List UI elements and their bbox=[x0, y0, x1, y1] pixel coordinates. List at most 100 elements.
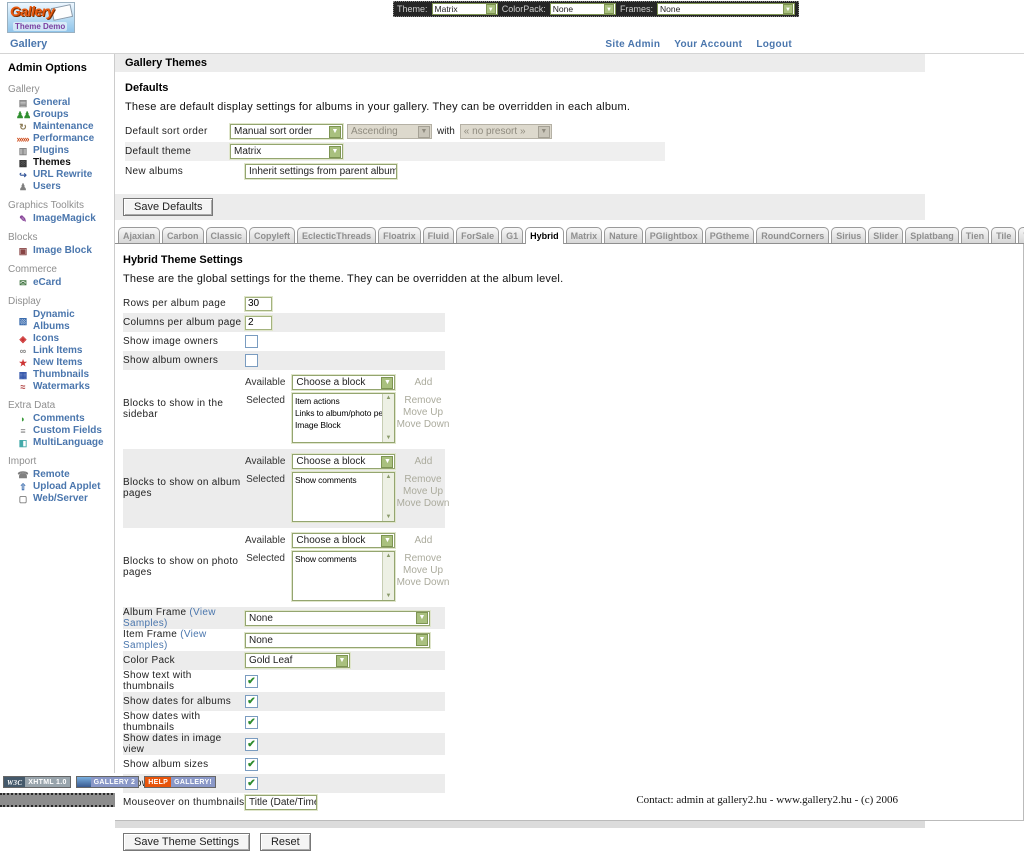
theme-tab[interactable]: PGtheme bbox=[705, 227, 755, 243]
theme-tab[interactable]: WordpressEmbedded bbox=[1018, 227, 1024, 243]
sidebar-item[interactable]: ▢ Web/Server bbox=[8, 493, 112, 505]
theme-tab[interactable]: EclecticThreads bbox=[297, 227, 376, 243]
sidebar-item[interactable]: ▥ Plugins bbox=[8, 145, 112, 157]
help-gallery-badge[interactable]: HELP GALLERY! bbox=[144, 776, 216, 788]
theme-tab[interactable]: ForSale bbox=[456, 227, 499, 243]
sidebar-item[interactable]: ▧ Dynamic Albums bbox=[8, 309, 112, 333]
theme-tab[interactable]: Copyleft bbox=[249, 227, 295, 243]
list-item[interactable]: Image Block bbox=[295, 419, 382, 431]
gallery2-badge[interactable]: GALLERY 2 bbox=[76, 776, 140, 788]
sidebar-item[interactable]: ▣ Image Block bbox=[8, 245, 112, 257]
blocks-album-available-select[interactable]: Choose a block ▼ bbox=[292, 454, 395, 469]
show-dates-thumbs-checkbox[interactable] bbox=[245, 716, 258, 729]
default-theme-select[interactable]: Matrix ▼ bbox=[230, 144, 343, 159]
default-sort-order-select[interactable]: Manual sort order ▼ bbox=[230, 124, 343, 139]
sidebar-item[interactable]: »»» Performance bbox=[8, 133, 112, 145]
show-album-sizes-checkbox[interactable] bbox=[245, 758, 258, 771]
sidebar-item[interactable]: ▩ Themes bbox=[8, 157, 112, 169]
theme-tab[interactable]: G1 bbox=[501, 227, 523, 243]
scrollbar[interactable]: ▲ ▼ bbox=[382, 552, 394, 600]
sidebar-item[interactable]: ☎ Remote bbox=[8, 469, 112, 481]
move-up-link[interactable]: Move Up bbox=[403, 407, 443, 418]
show-view-counts-checkbox[interactable] bbox=[245, 777, 258, 790]
w3c-xhtml-badge[interactable]: W3C XHTML 1.0 bbox=[3, 776, 71, 788]
list-item[interactable]: Item actions bbox=[295, 395, 382, 407]
list-item[interactable]: Show comments bbox=[295, 553, 382, 565]
user-link[interactable]: Your Account bbox=[674, 39, 742, 50]
sidebar-item[interactable]: ◗ Comments bbox=[8, 413, 112, 425]
remove-block-link[interactable]: Remove bbox=[404, 553, 441, 564]
move-up-link[interactable]: Move Up bbox=[403, 565, 443, 576]
sidebar-item[interactable]: ◈ Icons bbox=[8, 333, 112, 345]
scroll-up-icon[interactable]: ▲ bbox=[386, 395, 392, 401]
scrollbar[interactable]: ▲ ▼ bbox=[382, 473, 394, 521]
move-down-link[interactable]: Move Down bbox=[397, 419, 450, 430]
scrollbar[interactable]: ▲ ▼ bbox=[382, 394, 394, 442]
item-frame-select[interactable]: None ▼ bbox=[245, 633, 430, 648]
show-dates-image-checkbox[interactable] bbox=[245, 738, 258, 751]
sidebar-item[interactable]: ∞ Link Items bbox=[8, 345, 112, 357]
save-defaults-button[interactable]: Save Defaults bbox=[123, 198, 213, 216]
theme-tab[interactable]: Floatrix bbox=[378, 227, 421, 243]
cols-per-page-input[interactable] bbox=[245, 316, 272, 330]
sidebar-item[interactable]: ✎ ImageMagick bbox=[8, 213, 112, 225]
theme-tab[interactable]: Hybrid bbox=[525, 227, 564, 244]
theme-select[interactable]: Matrix ▼ bbox=[432, 3, 498, 15]
sidebar-item[interactable]: ↻ Maintenance bbox=[8, 121, 112, 133]
theme-tab[interactable]: Splatbang bbox=[905, 227, 959, 243]
blocks-album-selected-list[interactable]: Show comments ▲ ▼ bbox=[292, 472, 395, 522]
scroll-down-icon[interactable]: ▼ bbox=[386, 514, 392, 520]
theme-tab[interactable]: Slider bbox=[868, 227, 903, 243]
theme-tab[interactable]: Ajaxian bbox=[118, 227, 160, 243]
sidebar-item[interactable]: ◧ MultiLanguage bbox=[8, 437, 112, 449]
add-block-link[interactable]: Add bbox=[415, 535, 433, 546]
new-albums-select[interactable]: Inherit settings from parent album ▼ bbox=[245, 164, 397, 179]
breadcrumb[interactable]: Gallery bbox=[10, 38, 47, 50]
theme-tab[interactable]: Carbon bbox=[162, 227, 204, 243]
sidebar-item[interactable]: ♟ Users bbox=[8, 181, 112, 193]
mouseover-thumbs-select[interactable]: Title (Date/Time) ▼ bbox=[245, 795, 317, 810]
theme-tab[interactable]: Fluid bbox=[423, 227, 455, 243]
list-item[interactable]: Links to album/photo peers bbox=[295, 407, 382, 419]
move-down-link[interactable]: Move Down bbox=[397, 498, 450, 509]
blocks-sidebar-available-select[interactable]: Choose a block ▼ bbox=[292, 375, 395, 390]
frames-select[interactable]: None ▼ bbox=[657, 3, 795, 15]
sidebar-item[interactable]: ↪ URL Rewrite bbox=[8, 169, 112, 181]
remove-block-link[interactable]: Remove bbox=[404, 474, 441, 485]
blocks-photo-available-select[interactable]: Choose a block ▼ bbox=[292, 533, 395, 548]
gallery-logo[interactable]: Gallery Theme Demo bbox=[7, 2, 75, 33]
scroll-up-icon[interactable]: ▲ bbox=[386, 553, 392, 559]
move-up-link[interactable]: Move Up bbox=[403, 486, 443, 497]
add-block-link[interactable]: Add bbox=[415, 377, 433, 388]
show-text-thumbs-checkbox[interactable] bbox=[245, 675, 258, 688]
sidebar-item[interactable]: ≡ Custom Fields bbox=[8, 425, 112, 437]
reset-button[interactable]: Reset bbox=[260, 833, 311, 851]
theme-tab[interactable]: Tien bbox=[961, 227, 989, 243]
user-link[interactable]: Site Admin bbox=[605, 39, 660, 50]
user-link[interactable]: Logout bbox=[756, 39, 792, 50]
sidebar-item[interactable]: ≈ Watermarks bbox=[8, 381, 112, 393]
move-down-link[interactable]: Move Down bbox=[397, 577, 450, 588]
theme-tab[interactable]: Classic bbox=[206, 227, 248, 243]
scroll-down-icon[interactable]: ▼ bbox=[386, 593, 392, 599]
show-album-owners-checkbox[interactable] bbox=[245, 354, 258, 367]
colorpack-select[interactable]: None ▼ bbox=[550, 3, 616, 15]
add-block-link[interactable]: Add bbox=[415, 456, 433, 467]
show-image-owners-checkbox[interactable] bbox=[245, 335, 258, 348]
theme-tab[interactable]: PGlightbox bbox=[645, 227, 703, 243]
rows-per-page-input[interactable] bbox=[245, 297, 272, 311]
save-theme-settings-button[interactable]: Save Theme Settings bbox=[123, 833, 250, 851]
sidebar-item[interactable]: ★ New Items bbox=[8, 357, 112, 369]
sidebar-item[interactable]: ▦ Thumbnails bbox=[8, 369, 112, 381]
show-dates-albums-checkbox[interactable] bbox=[245, 695, 258, 708]
sidebar-item[interactable]: ✉ eCard bbox=[8, 277, 112, 289]
blocks-photo-selected-list[interactable]: Show comments ▲ ▼ bbox=[292, 551, 395, 601]
sidebar-item[interactable]: ⇧ Upload Applet bbox=[8, 481, 112, 493]
remove-block-link[interactable]: Remove bbox=[404, 395, 441, 406]
scroll-down-icon[interactable]: ▼ bbox=[386, 435, 392, 441]
color-pack-select[interactable]: Gold Leaf ▼ bbox=[245, 653, 350, 668]
scroll-up-icon[interactable]: ▲ bbox=[386, 474, 392, 480]
theme-tab[interactable]: Sirius bbox=[831, 227, 866, 243]
theme-tab[interactable]: Matrix bbox=[566, 227, 603, 243]
album-frame-select[interactable]: None ▼ bbox=[245, 611, 430, 626]
